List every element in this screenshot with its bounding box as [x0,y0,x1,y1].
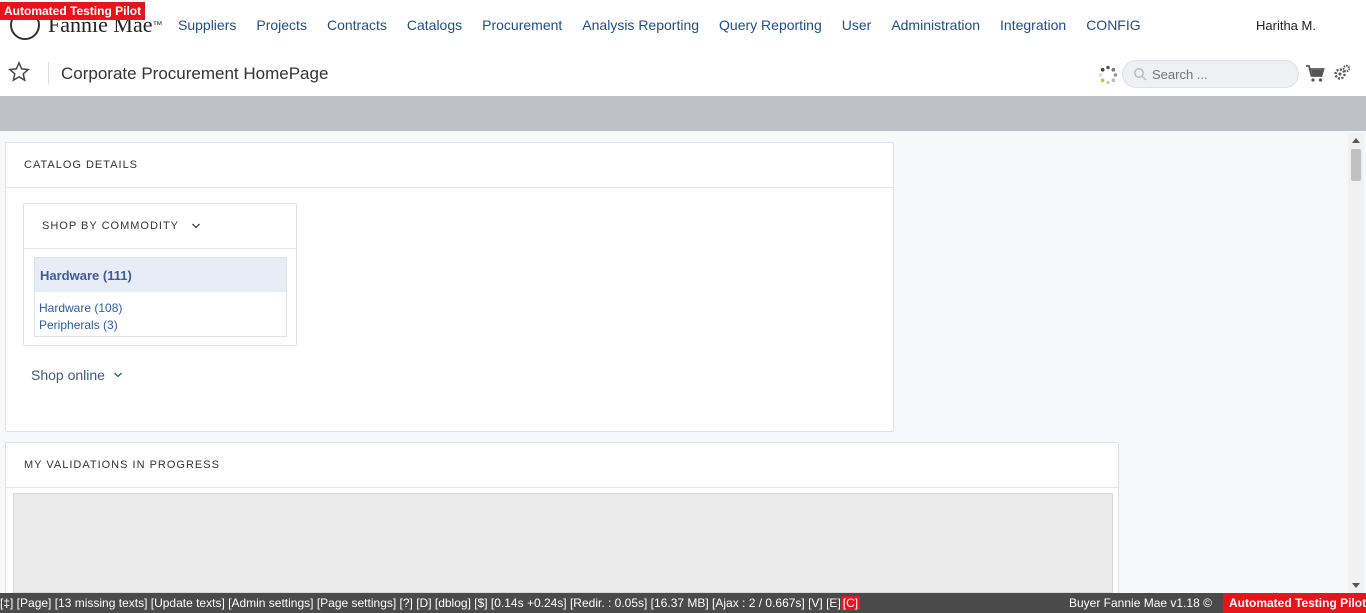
vertical-scrollbar[interactable] [1348,133,1364,593]
user-menu[interactable]: Haritha M. [1256,18,1316,33]
nav-integration[interactable]: Integration [1000,17,1066,33]
shop-online-toggle[interactable]: Shop online [31,367,123,383]
catalog-details-panel: CATALOG DETAILS SHOP BY COMMODITY Hardwa… [5,142,894,432]
commodity-item-hardware[interactable]: Hardware (108) [35,300,286,317]
gear-icon[interactable] [1333,64,1351,82]
cart-icon[interactable] [1305,64,1325,84]
shop-by-commodity-box: SHOP BY COMMODITY Hardware (111) Hardwar… [23,203,297,346]
main-nav: Suppliers Projects Contracts Catalogs Pr… [168,17,1151,33]
nav-contracts[interactable]: Contracts [327,17,387,33]
shop-by-commodity-toggle[interactable]: SHOP BY COMMODITY [24,204,296,249]
commodity-list: Hardware (111) Hardware (108) Peripheral… [34,257,287,337]
nav-projects[interactable]: Projects [256,17,307,33]
debug-c-flag[interactable]: [C] [840,596,861,610]
top-navigation: Automated Testing Pilot Fannie Mae ™ Supp… [0,0,1366,52]
page-title: Corporate Procurement HomePage [61,64,329,83]
search-icon [1134,68,1147,81]
brand-trademark: ™ [152,19,163,31]
validations-title: MY VALIDATIONS IN PROGRESS [6,443,1118,488]
star-icon[interactable] [8,61,30,83]
nav-procurement[interactable]: Procurement [482,17,562,33]
nav-administration[interactable]: Administration [891,17,980,33]
grey-band [0,96,1366,131]
page-header-bar: Corporate Procurement HomePage [0,52,1366,96]
spinner-icon [1098,65,1118,85]
nav-suppliers[interactable]: Suppliers [178,17,236,33]
version-label: Buyer Fannie Mae v1.18 © [1069,596,1212,610]
nav-catalogs[interactable]: Catalogs [407,17,462,33]
search-input[interactable] [1152,66,1292,82]
validations-panel: MY VALIDATIONS IN PROGRESS [5,442,1119,602]
scroll-up-arrow-icon[interactable] [1352,138,1360,143]
automation-badge-footer: Automated Testing Pilot [1223,593,1366,613]
automation-badge: Automated Testing Pilot [0,2,146,20]
validations-content [13,493,1113,593]
nav-query-reporting[interactable]: Query Reporting [719,17,822,33]
debug-footer: [‡] [Page] [13 missing texts] [Update te… [0,593,1366,613]
catalog-details-title: CATALOG DETAILS [6,143,893,188]
commodity-selected[interactable]: Hardware (111) [35,258,286,292]
nav-user[interactable]: User [842,17,872,33]
shop-online-label: Shop online [31,367,105,383]
nav-analysis-reporting[interactable]: Analysis Reporting [582,17,699,33]
shop-by-commodity-label: SHOP BY COMMODITY [42,220,180,232]
nav-config[interactable]: CONFIG [1086,17,1140,33]
chevron-down-icon [192,223,200,229]
scroll-down-arrow-icon[interactable] [1352,583,1360,588]
chevron-down-icon [113,372,122,378]
debug-toolbar[interactable]: [‡] [Page] [13 missing texts] [Update te… [0,596,841,610]
search-box[interactable] [1122,60,1299,88]
header-divider [48,62,49,84]
commodity-item-peripherals[interactable]: Peripherals (3) [35,317,286,334]
scroll-thumb[interactable] [1351,149,1361,181]
